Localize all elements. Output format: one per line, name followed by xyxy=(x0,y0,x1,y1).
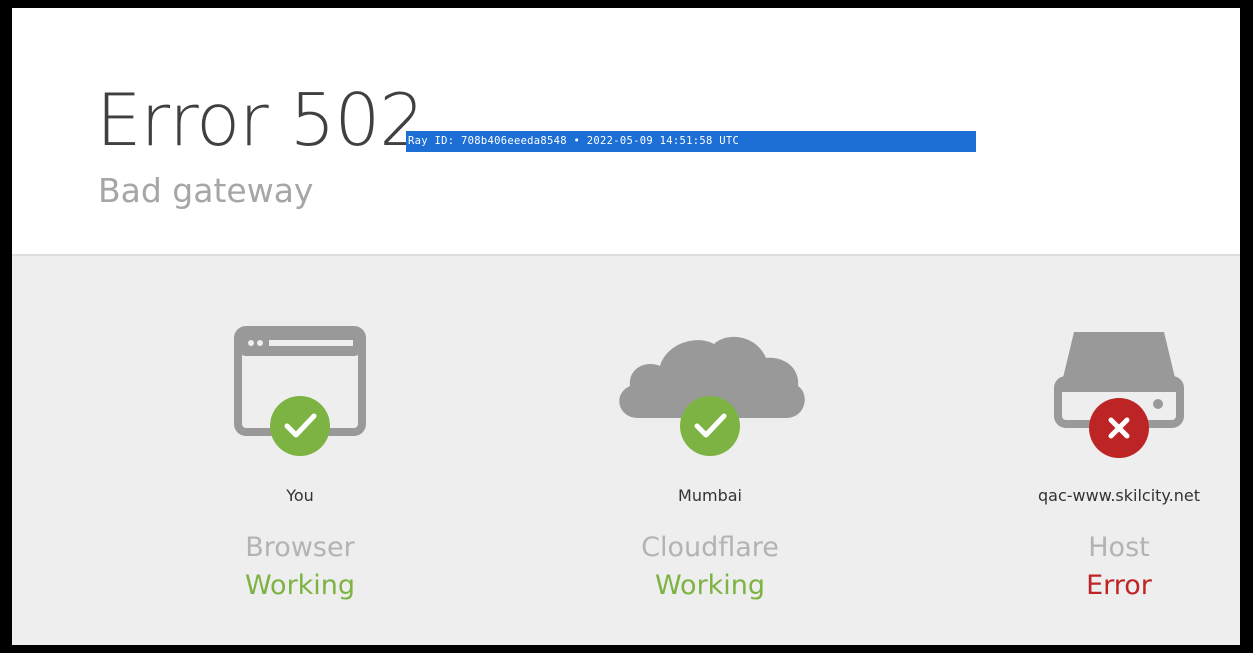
node-status: Working xyxy=(654,570,766,601)
page-title: Error 502 xyxy=(96,78,425,162)
error-header: Error 502 Ray ID: 708b406eeeda8548 • 202… xyxy=(12,8,1240,254)
browser-window-icon xyxy=(140,322,460,472)
check-icon xyxy=(270,396,330,456)
node-cloudflare: Mumbai Cloudflare Working xyxy=(550,256,870,645)
status-diagram: You Browser Working Mumbai Cloudflare Wo… xyxy=(12,254,1240,645)
close-icon xyxy=(1089,398,1149,458)
page-subtitle: Bad gateway xyxy=(98,171,314,210)
ray-id-text[interactable]: Ray ID: 708b406eeeda8548 • 2022-05-09 14… xyxy=(406,131,976,152)
node-host: qac-www.skilcity.net Host Error xyxy=(959,256,1240,645)
node-status: Error xyxy=(1086,570,1152,601)
check-icon xyxy=(680,396,740,456)
node-status: Working xyxy=(244,570,356,601)
node-role: Cloudflare xyxy=(641,532,779,563)
server-icon xyxy=(959,322,1240,472)
node-role: Browser xyxy=(245,532,355,563)
node-location: qac-www.skilcity.net xyxy=(1038,486,1200,505)
node-location: You xyxy=(286,486,314,505)
node-browser: You Browser Working xyxy=(140,256,460,645)
cloud-icon xyxy=(550,322,870,472)
error-page: Error 502 Ray ID: 708b406eeeda8548 • 202… xyxy=(12,8,1240,645)
node-role: Host xyxy=(1088,532,1150,563)
node-location: Mumbai xyxy=(678,486,742,505)
